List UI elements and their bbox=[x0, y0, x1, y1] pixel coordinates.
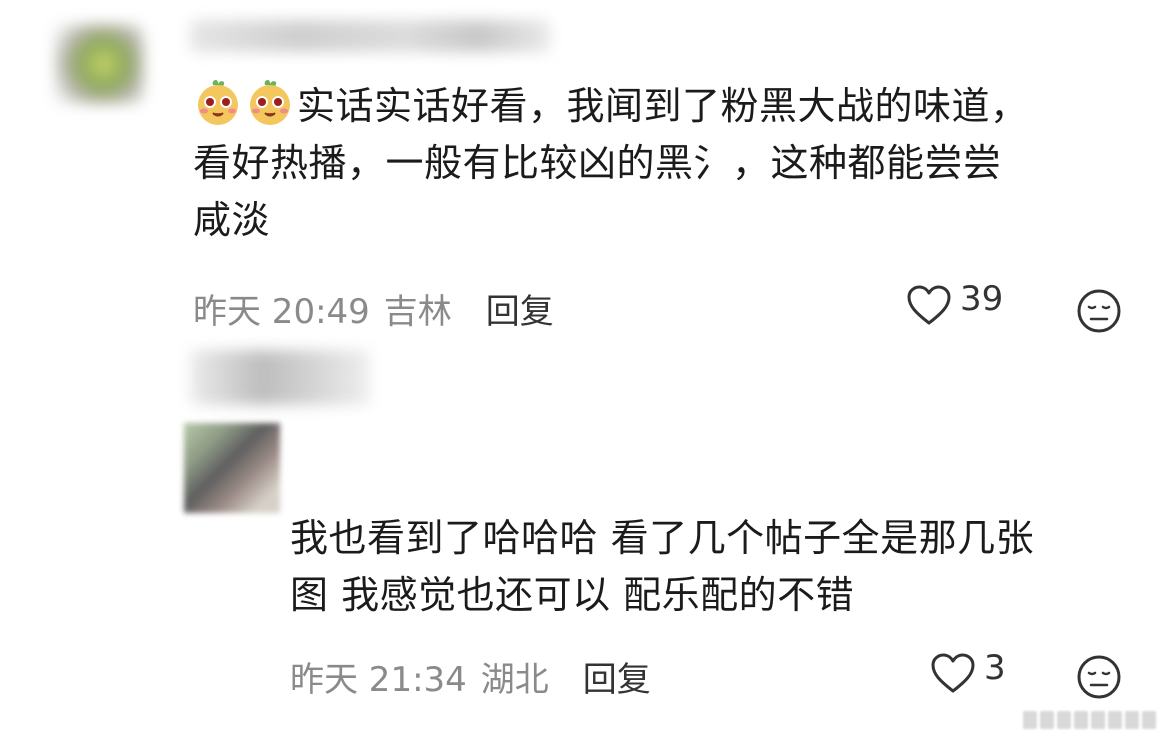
neutral-face-icon[interactable] bbox=[1076, 654, 1122, 700]
reply-button[interactable]: 回复 bbox=[486, 284, 554, 333]
comment-text-line: 实话实话好看，我闻到了粉黑大战的味道， bbox=[297, 84, 1029, 128]
username-blurred[interactable] bbox=[190, 8, 560, 63]
puppy-face-emoji-icon bbox=[198, 79, 238, 125]
comment-body: 我也看到了哈哈哈 看了几个帖子全是那几张 图 我感觉也还可以 配乐配的不错 bbox=[290, 510, 1150, 624]
like-button[interactable]: 3 bbox=[930, 648, 1006, 694]
heart-icon bbox=[931, 653, 975, 693]
heart-icon bbox=[907, 285, 951, 325]
reply-button[interactable]: 回复 bbox=[583, 652, 651, 701]
comment-text-line: 图 我感觉也还可以 配乐配的不错 bbox=[290, 573, 855, 617]
location: 吉林 bbox=[383, 292, 452, 332]
puppy-face-emoji-icon bbox=[250, 79, 290, 125]
avatar[interactable] bbox=[176, 415, 296, 525]
location: 湖北 bbox=[480, 660, 549, 700]
comment-body: 实话实话好看，我闻到了粉黑大战的味道， 看好热播，一般有比较凶的黑氵，这种都能尝… bbox=[193, 77, 1153, 249]
comment-text-line: 看好热播，一般有比较凶的黑氵，这种都能尝尝 bbox=[193, 141, 1002, 185]
neutral-face-icon[interactable] bbox=[1076, 288, 1122, 334]
timestamp: 昨天 20:49 bbox=[193, 292, 370, 332]
comment-meta: 昨天 21:34 湖北 回复 bbox=[290, 652, 651, 701]
comment-text-line: 咸淡 bbox=[193, 198, 271, 242]
comment-text-line: 我也看到了哈哈哈 看了几个帖子全是那几张 bbox=[290, 516, 1035, 560]
comment-meta: 昨天 20:49 吉林 回复 bbox=[193, 284, 554, 333]
timestamp: 昨天 21:34 bbox=[290, 660, 467, 700]
username-blurred[interactable] bbox=[180, 340, 400, 420]
like-count: 39 bbox=[960, 279, 1004, 319]
avatar[interactable] bbox=[40, 14, 160, 124]
like-button[interactable]: 39 bbox=[906, 279, 1003, 326]
like-count: 3 bbox=[984, 648, 1006, 688]
watermark bbox=[1023, 711, 1156, 729]
